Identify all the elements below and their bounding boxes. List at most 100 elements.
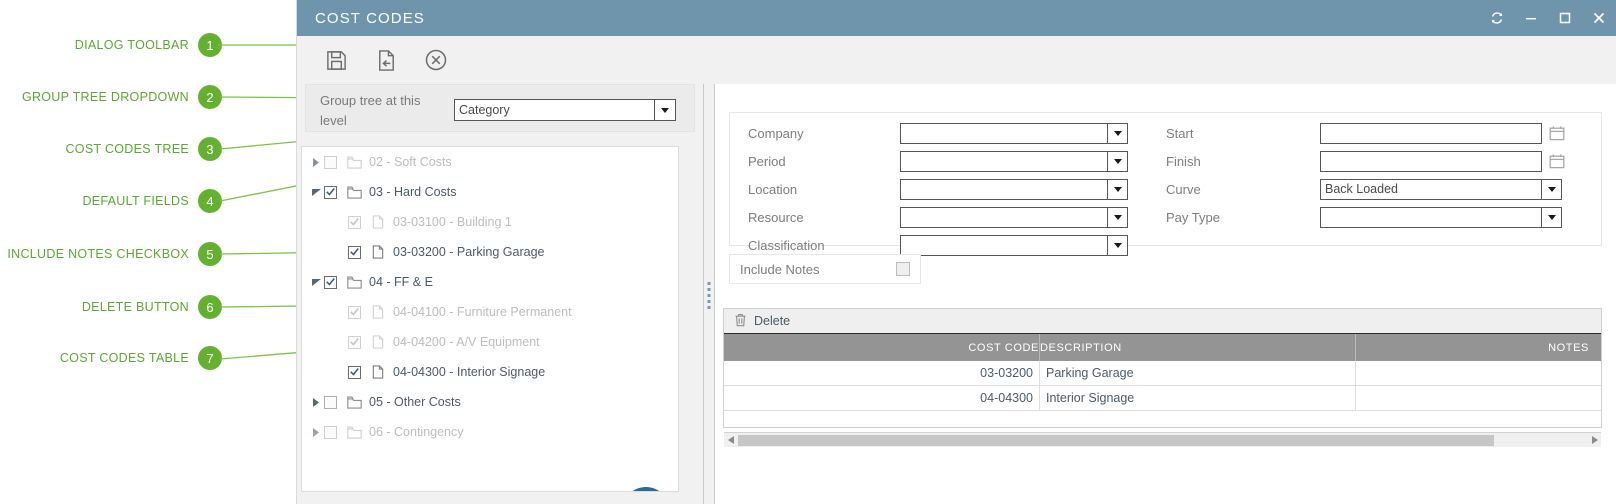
field-row-period: Period xyxy=(748,147,1128,175)
tree-node[interactable]: 04-04300 - Interior Signage xyxy=(302,357,678,387)
classification-dropdown[interactable] xyxy=(900,234,1128,256)
column-header-description[interactable]: DESCRIPTION xyxy=(1040,334,1356,361)
annotation-6: DELETE BUTTON 6 xyxy=(82,295,222,319)
scrollbar-thumb[interactable] xyxy=(738,434,1494,446)
tree-node-label: 06 - Contingency xyxy=(369,425,464,439)
next-arrow-button[interactable] xyxy=(622,487,670,491)
field-row-pay-type: Pay Type xyxy=(1166,203,1562,231)
chevron-down-icon[interactable] xyxy=(1107,235,1127,255)
trash-icon xyxy=(734,313,747,330)
tree-node-checkbox[interactable] xyxy=(348,305,361,319)
period-dropdown[interactable] xyxy=(900,150,1128,172)
tree-node-label: 02 - Soft Costs xyxy=(369,155,452,169)
tree-node[interactable]: 03-03100 - Building 1 xyxy=(302,207,678,237)
tree-node[interactable]: 04 - FF & E xyxy=(302,267,678,297)
tree-node-label: 05 - Other Costs xyxy=(369,395,461,409)
cost-codes-tree[interactable]: 02 - Soft Costs 03 - Hard Costs 03-03100… xyxy=(301,146,679,492)
file-icon xyxy=(369,215,387,229)
column-header-notes[interactable]: NOTES xyxy=(1356,334,1601,361)
include-notes-checkbox[interactable] xyxy=(896,262,910,276)
tree-node[interactable]: 02 - Soft Costs xyxy=(302,147,678,177)
minimize-icon[interactable] xyxy=(1514,0,1548,36)
field-row-curve: Curve Back Loaded xyxy=(1166,175,1562,203)
resource-dropdown[interactable] xyxy=(900,206,1128,228)
tree-node-checkbox[interactable] xyxy=(348,245,361,259)
chevron-down-icon[interactable] xyxy=(308,188,324,196)
tree-node[interactable]: 04-04100 - Furniture Permanent xyxy=(302,297,678,327)
tree-node-checkbox[interactable] xyxy=(324,275,337,289)
chevron-right-icon[interactable] xyxy=(308,427,324,437)
chevron-down-icon[interactable] xyxy=(308,278,324,286)
finish-date-value xyxy=(1321,152,1541,171)
table-row[interactable]: 03-03200 Parking Garage xyxy=(724,361,1601,386)
tree-node-checkbox[interactable] xyxy=(324,185,337,199)
cell-description: Interior Signage xyxy=(1040,386,1356,410)
annotation-label: DELETE BUTTON xyxy=(81,300,189,314)
table-header-row: COST CODE DESCRIPTION NOTES xyxy=(724,334,1601,361)
annotation-column: DIALOG TOOLBAR 1 GROUP TREE DROPDOWN 2 C… xyxy=(0,0,296,504)
chevron-down-icon[interactable] xyxy=(1107,207,1127,227)
tree-node-checkbox[interactable] xyxy=(348,365,361,379)
pay-type-dropdown[interactable] xyxy=(1320,206,1562,228)
tree-node[interactable]: 03 - Hard Costs xyxy=(302,177,678,207)
chevron-down-icon[interactable] xyxy=(1107,179,1127,199)
panel-splitter[interactable] xyxy=(703,84,715,504)
chevron-down-icon[interactable] xyxy=(1107,151,1127,171)
cost-codes-table: Delete COST CODE DESCRIPTION NOTES 03-03… xyxy=(723,308,1602,447)
calendar-icon[interactable] xyxy=(1547,125,1567,141)
annotation-1: DIALOG TOOLBAR 1 xyxy=(75,33,222,57)
resource-dropdown-value xyxy=(901,208,1107,227)
table-row[interactable]: 04-04300 Interior Signage xyxy=(724,386,1601,411)
scroll-right-arrow-icon[interactable] xyxy=(1587,433,1601,447)
chevron-down-icon[interactable] xyxy=(1541,207,1561,227)
tree-node-label: 04-04200 - A/V Equipment xyxy=(393,335,540,349)
company-dropdown[interactable] xyxy=(900,122,1128,144)
refresh-icon[interactable] xyxy=(1480,0,1514,36)
cell-cost-code: 03-03200 xyxy=(724,361,1040,385)
cancel-icon[interactable] xyxy=(411,40,461,80)
annotation-badge: 5 xyxy=(198,242,222,266)
tree-node[interactable]: 05 - Other Costs xyxy=(302,387,678,417)
scroll-left-arrow-icon[interactable] xyxy=(724,433,738,447)
column-header-cost-code[interactable]: COST CODE xyxy=(724,334,1040,361)
save-icon[interactable] xyxy=(311,40,361,80)
delete-button[interactable]: Delete xyxy=(732,311,798,332)
chevron-right-icon[interactable] xyxy=(308,157,324,167)
chevron-down-icon[interactable] xyxy=(1541,179,1561,199)
tree-node-checkbox[interactable] xyxy=(324,155,337,169)
period-dropdown-value xyxy=(901,152,1107,171)
tree-node[interactable]: 03-03200 - Parking Garage xyxy=(302,237,678,267)
group-tree-dropdown[interactable]: Category xyxy=(454,99,676,121)
field-row-finish: Finish xyxy=(1166,147,1567,175)
save-and-close-icon[interactable] xyxy=(361,40,411,80)
field-row-resource: Resource xyxy=(748,203,1128,231)
group-tree-level-label-line2: level xyxy=(320,113,347,128)
tree-node-checkbox[interactable] xyxy=(348,335,361,349)
chevron-down-icon[interactable] xyxy=(654,100,675,120)
maximize-icon[interactable] xyxy=(1548,0,1582,36)
scrollbar-track[interactable] xyxy=(738,434,1587,446)
finish-date-field[interactable] xyxy=(1320,150,1542,172)
chevron-down-icon[interactable] xyxy=(1107,123,1127,143)
tree-node-label: 04 - FF & E xyxy=(369,275,433,289)
tree-node-checkbox[interactable] xyxy=(324,425,337,439)
table-horizontal-scrollbar[interactable] xyxy=(724,432,1601,447)
file-icon xyxy=(369,335,387,349)
curve-dropdown[interactable]: Back Loaded xyxy=(1320,178,1562,200)
field-row-company: Company xyxy=(748,119,1128,147)
close-icon[interactable] xyxy=(1582,0,1616,36)
calendar-icon[interactable] xyxy=(1547,153,1567,169)
annotation-label: COST CODES TABLE xyxy=(59,351,189,365)
splitter-grip[interactable] xyxy=(707,282,711,309)
tree-node-label: 04-04100 - Furniture Permanent xyxy=(393,305,572,319)
location-dropdown[interactable] xyxy=(900,178,1128,200)
tree-node[interactable]: 04-04200 - A/V Equipment xyxy=(302,327,678,357)
right-pane: Company Period Location Resource Classif… xyxy=(715,84,1616,504)
tree-node-checkbox[interactable] xyxy=(324,395,337,409)
start-date-field[interactable] xyxy=(1320,122,1542,144)
chevron-right-icon[interactable] xyxy=(308,397,324,407)
tree-node-checkbox[interactable] xyxy=(348,215,361,229)
annotation-label: COST CODES TREE xyxy=(65,142,189,156)
tree-node[interactable]: 06 - Contingency xyxy=(302,417,678,447)
cell-notes xyxy=(1356,361,1601,385)
